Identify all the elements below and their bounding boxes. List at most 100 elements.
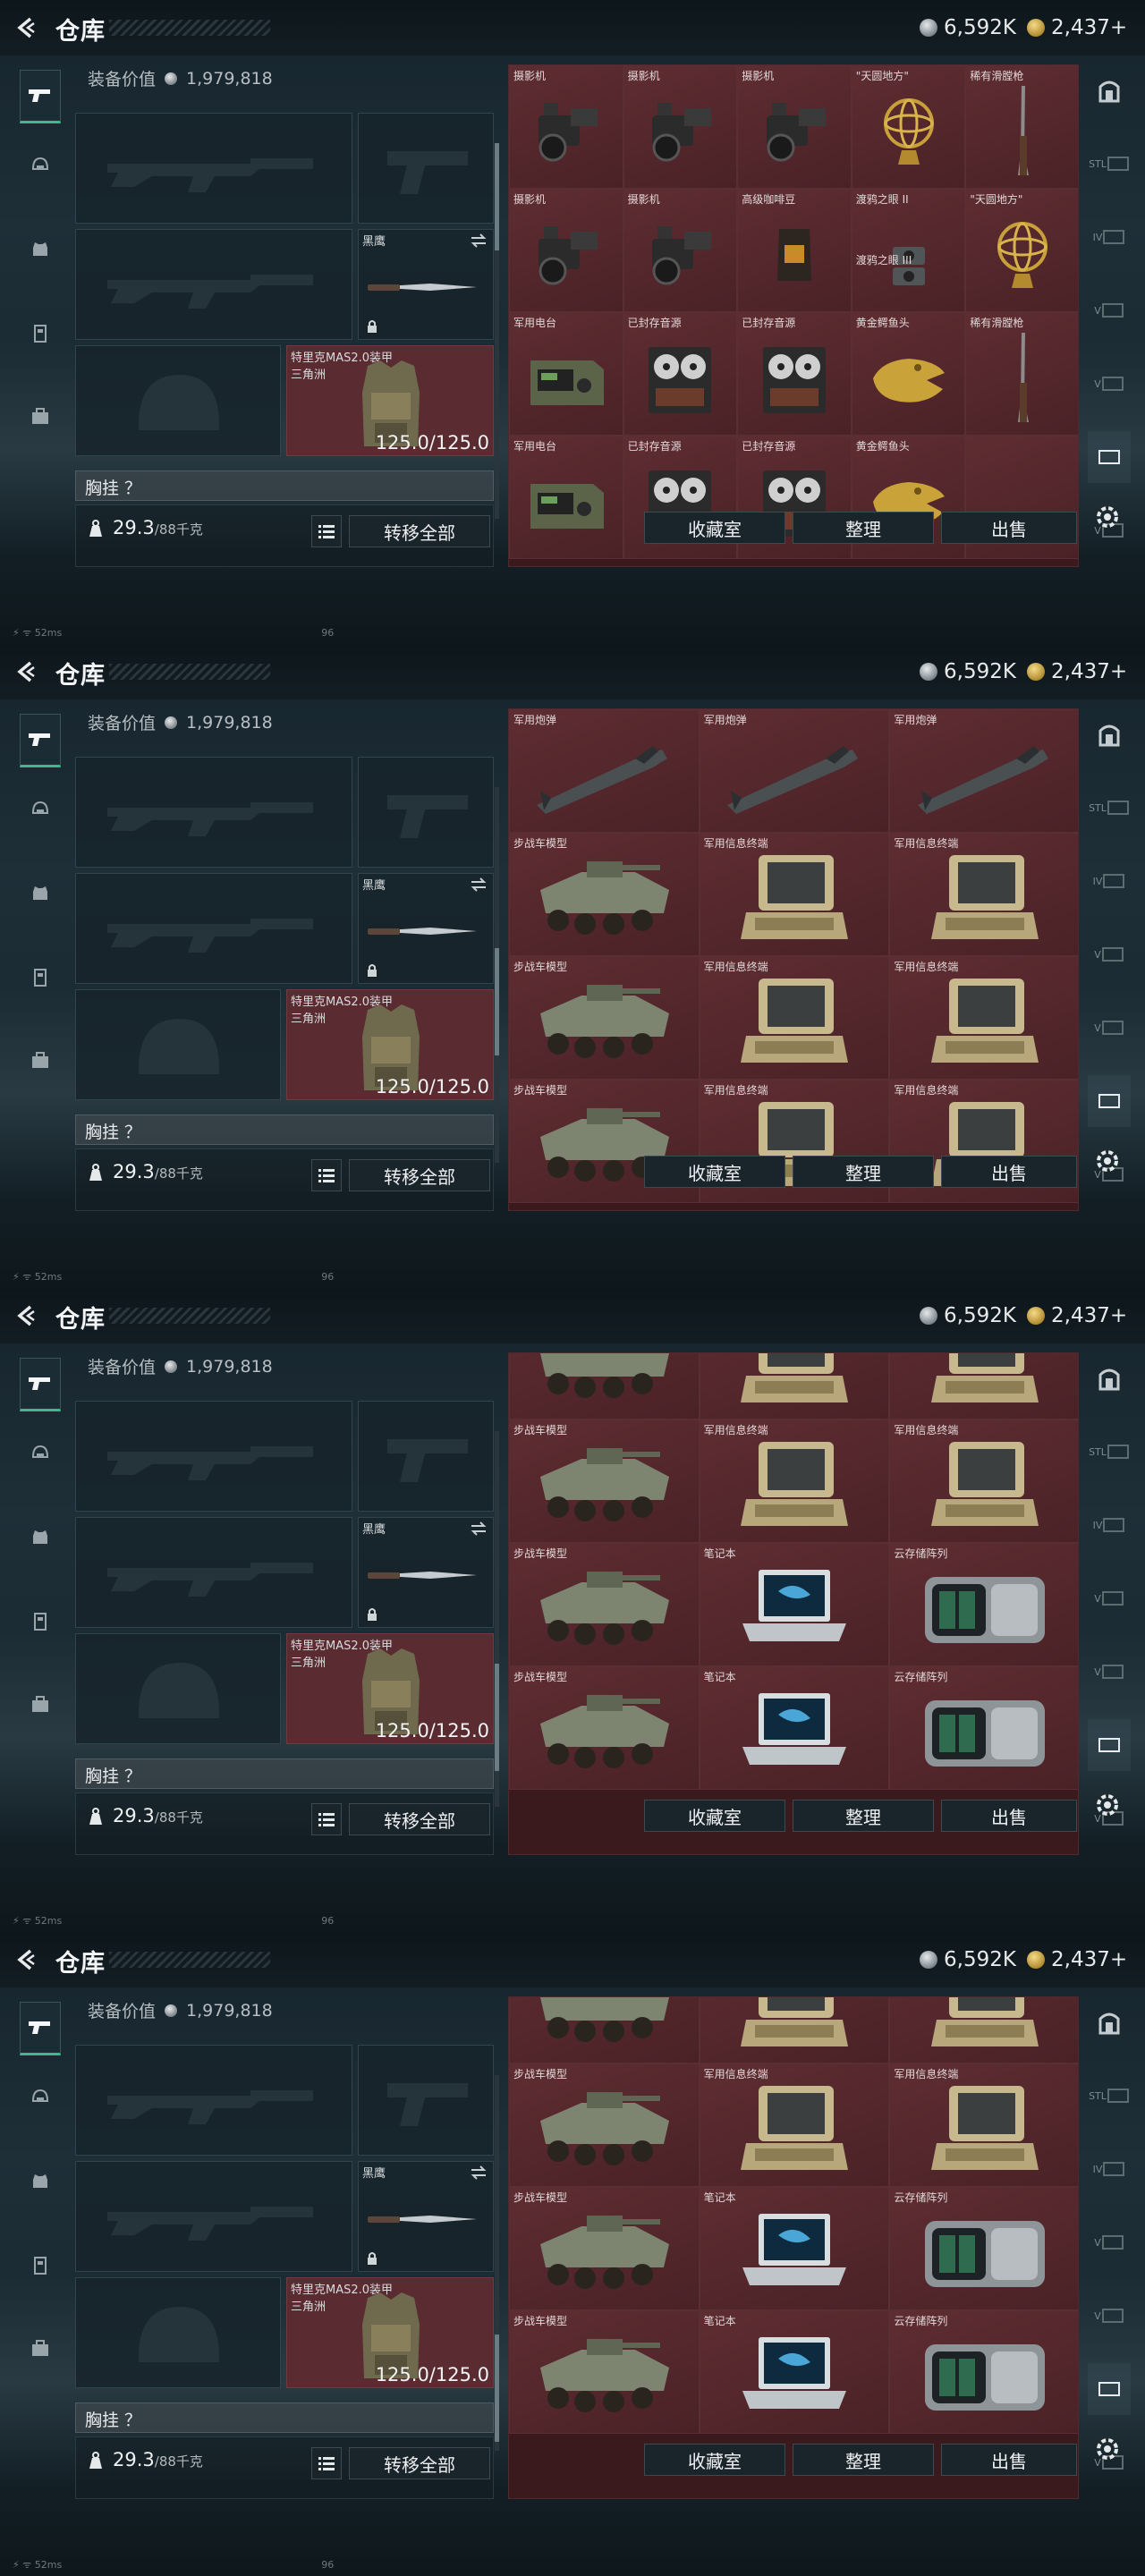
gear-icon[interactable]	[1091, 2433, 1124, 2465]
equipment-scroll-thumb[interactable]	[495, 948, 499, 1055]
storage-tab-2[interactable]: STL	[1088, 2070, 1131, 2122]
inventory-cell[interactable]	[509, 1997, 700, 2063]
swap-icon[interactable]	[470, 1521, 488, 1536]
nav-backpack[interactable]	[20, 1678, 61, 1732]
nav-weapons[interactable]	[20, 1358, 61, 1411]
nav-weapons[interactable]	[20, 2002, 61, 2055]
nav-armor[interactable]	[20, 2154, 61, 2207]
equipment-scroll-thumb[interactable]	[495, 143, 499, 250]
inventory-cell[interactable]: 笔记本	[699, 2310, 890, 2434]
back-arrow-icon[interactable]	[13, 658, 39, 685]
storage-tab-3[interactable]: IV	[1088, 2143, 1131, 2195]
nav-rig[interactable]	[20, 306, 61, 360]
inventory-cell[interactable]: 军用信息终端	[699, 2063, 890, 2187]
storage-tab-1[interactable]	[1088, 1996, 1131, 2048]
storage-tab-4[interactable]: V	[1088, 2216, 1131, 2268]
gear-icon[interactable]	[1091, 501, 1124, 533]
storage-tab-6[interactable]	[1088, 2363, 1131, 2415]
inventory-cell[interactable]: 笔记本	[699, 1666, 890, 1790]
equipment-scroll-thumb[interactable]	[495, 1664, 499, 1771]
inventory-cell[interactable]: 渡鸦之眼 II 渡鸦之眼 III	[851, 189, 966, 312]
transfer-all-button[interactable]: 转移全部	[349, 1159, 490, 1191]
tertiary-weapon-slot[interactable]	[75, 873, 352, 984]
inventory-cell[interactable]: 摄影机	[509, 65, 623, 189]
gear-icon[interactable]	[1091, 1789, 1124, 1821]
collection-room-button[interactable]: 收藏室	[644, 512, 785, 544]
inventory-cell[interactable]: 摄影机	[623, 65, 738, 189]
nav-weapons[interactable]	[20, 70, 61, 123]
inventory-cell[interactable]: 云存储阵列	[889, 1666, 1078, 1790]
inventory-cell[interactable]: 步战车模型	[509, 2063, 700, 2187]
list-view-button[interactable]	[311, 1159, 342, 1191]
nav-rig[interactable]	[20, 2238, 61, 2292]
storage-tab-5[interactable]: V	[1088, 1646, 1131, 1698]
storage-tab-6[interactable]	[1088, 431, 1131, 483]
secondary-weapon-slot[interactable]	[358, 757, 494, 868]
nav-helmet[interactable]	[20, 782, 61, 835]
body-armor-slot[interactable]: 特里克MAS2.0装甲 三角洲 125.0/125.0	[286, 1633, 494, 1744]
sort-button[interactable]: 整理	[793, 512, 934, 544]
collection-room-button[interactable]: 收藏室	[644, 1800, 785, 1832]
nav-armor[interactable]	[20, 1510, 61, 1563]
storage-tab-5[interactable]: V	[1088, 358, 1131, 410]
sell-button[interactable]: 出售	[941, 2444, 1077, 2476]
inventory-cell[interactable]: 军用信息终端	[699, 956, 890, 1080]
secondary-weapon-slot[interactable]	[358, 2045, 494, 2156]
inventory-cell[interactable]: 军用炮弹	[699, 709, 890, 833]
sell-button[interactable]: 出售	[941, 1156, 1077, 1188]
body-armor-slot[interactable]: 特里克MAS2.0装甲 三角洲 125.0/125.0	[286, 2277, 494, 2388]
gold-currency[interactable]: 2,437+	[1027, 658, 1127, 685]
chest-rig-slot[interactable]: 胸挂 ？	[75, 1114, 494, 1145]
inventory-cell[interactable]: 军用信息终端	[699, 1419, 890, 1543]
storage-tab-3[interactable]: IV	[1088, 855, 1131, 907]
inventory-cell[interactable]: 已封存音源	[623, 312, 738, 436]
inventory-cell[interactable]: 军用炮弹	[889, 709, 1078, 833]
inventory-cell[interactable]: 摄影机	[509, 189, 623, 312]
inventory-cell[interactable]: 笔记本	[699, 2187, 890, 2310]
primary-weapon-slot[interactable]	[75, 2045, 352, 2156]
storage-tab-6[interactable]	[1088, 1719, 1131, 1771]
inventory-cell[interactable]: 军用炮弹	[509, 709, 700, 833]
inventory-cell[interactable]: 稀有滑膛枪	[965, 312, 1078, 436]
nav-backpack[interactable]	[20, 1034, 61, 1088]
back-arrow-icon[interactable]	[13, 1302, 39, 1329]
collection-room-button[interactable]: 收藏室	[644, 2444, 785, 2476]
inventory-cell[interactable]: 步战车模型	[509, 1543, 700, 1666]
melee-slot[interactable]: 黑鹰	[358, 229, 494, 340]
inventory-cell[interactable]: 军用信息终端	[699, 833, 890, 956]
nav-helmet[interactable]	[20, 138, 61, 191]
melee-slot[interactable]: 黑鹰	[358, 2161, 494, 2272]
inventory-cell[interactable]	[699, 1353, 890, 1419]
inventory-grid[interactable]: 步战车模型 军用信息终端 军用信息终端 步战车模型 笔记本 云存储阵列 步战车模型 笔记本 云存…	[508, 1996, 1079, 2499]
transfer-all-button[interactable]: 转移全部	[349, 1803, 490, 1835]
tertiary-weapon-slot[interactable]	[75, 2161, 352, 2272]
helmet-slot[interactable]	[75, 989, 281, 1100]
storage-tab-6[interactable]	[1088, 1075, 1131, 1127]
inventory-cell[interactable]: 步战车模型	[509, 833, 700, 956]
sort-button[interactable]: 整理	[793, 1800, 934, 1832]
body-armor-slot[interactable]: 特里克MAS2.0装甲 三角洲 125.0/125.0	[286, 989, 494, 1100]
inventory-cell[interactable]: 军用信息终端	[889, 2063, 1078, 2187]
gear-icon[interactable]	[1091, 1145, 1124, 1177]
inventory-cell[interactable]: 云存储阵列	[889, 1543, 1078, 1666]
nav-backpack[interactable]	[20, 390, 61, 444]
inventory-cell[interactable]: 已封存音源	[737, 312, 852, 436]
equipment-scroll-thumb[interactable]	[495, 2334, 499, 2442]
swap-icon[interactable]	[470, 877, 488, 892]
inventory-cell[interactable]	[699, 1997, 890, 2063]
helmet-slot[interactable]	[75, 345, 281, 456]
sort-button[interactable]: 整理	[793, 1156, 934, 1188]
sell-button[interactable]: 出售	[941, 1800, 1077, 1832]
storage-tab-4[interactable]: V	[1088, 284, 1131, 336]
gold-currency[interactable]: 2,437+	[1027, 1946, 1127, 1973]
secondary-weapon-slot[interactable]	[358, 113, 494, 224]
inventory-cell[interactable]: "天圆地方"	[851, 65, 966, 189]
nav-backpack[interactable]	[20, 2322, 61, 2376]
chest-rig-slot[interactable]: 胸挂 ？	[75, 470, 494, 501]
nav-rig[interactable]	[20, 1594, 61, 1648]
inventory-cell[interactable]: 军用信息终端	[889, 833, 1078, 956]
inventory-cell[interactable]: 步战车模型	[509, 2310, 700, 2434]
secondary-weapon-slot[interactable]	[358, 1401, 494, 1512]
storage-tab-3[interactable]: IV	[1088, 211, 1131, 263]
inventory-cell[interactable]: "天圆地方"	[965, 189, 1078, 312]
